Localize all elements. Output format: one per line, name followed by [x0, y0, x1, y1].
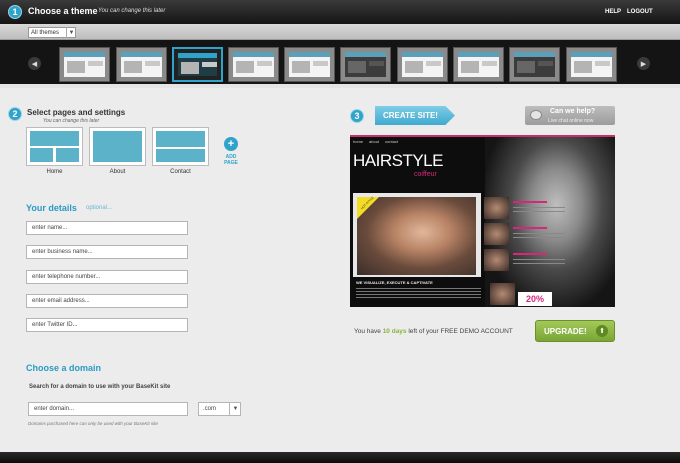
arrow-up-icon[interactable]: ⬆ — [596, 325, 608, 337]
pages-settings-hint: You can change this later — [43, 118, 100, 124]
theme-thumbnail[interactable] — [397, 47, 448, 82]
logout-link[interactable]: LOGOUT — [627, 9, 653, 15]
business-name-input[interactable]: enter business name... — [26, 245, 188, 259]
step-1-badge: 1 — [8, 5, 22, 19]
choose-theme-hint: You can change this later — [98, 8, 166, 14]
carousel-prev-icon[interactable]: ◀ — [28, 57, 41, 70]
preview-nav: home about contact — [353, 139, 404, 144]
preview-tagline: WE VISUALIZE, EXECUTE & CAPTIVATE — [356, 280, 433, 285]
preview-side-heading — [513, 227, 547, 229]
demo-days-remaining: 10 days — [382, 328, 407, 335]
bottom-bar — [0, 452, 680, 463]
preview-nav-item: contact — [385, 139, 398, 144]
telephone-input[interactable]: enter telephone number... — [26, 270, 188, 284]
theme-filter-bar — [0, 24, 680, 40]
preview-site-title: HAIRSTYLE — [353, 151, 443, 170]
theme-thumbnail[interactable] — [509, 47, 560, 82]
preview-site-subtitle: coiffeur — [414, 171, 437, 178]
theme-thumbnail[interactable] — [340, 47, 391, 82]
preview-hero-image — [485, 137, 615, 307]
add-page-label[interactable]: ADD PAGE — [218, 154, 244, 166]
domain-subtitle: Search for a domain to use with your Bas… — [29, 384, 171, 390]
details-title: Your details — [26, 203, 77, 213]
demo-suffix: left of your FREE DEMO ACCOUNT — [406, 328, 513, 335]
details-optional-label: optional... — [86, 205, 113, 211]
preview-side-thumbnail — [484, 249, 509, 271]
name-input[interactable]: enter name... — [26, 221, 188, 235]
help-link[interactable]: HELP — [605, 9, 621, 15]
chat-bubble-icon — [530, 110, 542, 120]
preview-nav-item: home — [353, 139, 364, 144]
page-layout-about[interactable] — [89, 127, 146, 166]
preview-side-text — [513, 207, 565, 208]
add-page-icon[interactable]: + — [224, 137, 238, 151]
preview-side-thumbnail — [484, 197, 509, 219]
preview-discount-badge: 20% — [518, 292, 552, 306]
preview-side-text — [513, 233, 565, 234]
choose-theme-title: Choose a theme — [28, 6, 98, 16]
step-3-badge: 3 — [350, 109, 364, 123]
demo-account-notice: You have 10 days left of your FREE DEMO … — [354, 328, 513, 335]
preview-side-thumbnail — [484, 223, 509, 245]
domain-note: Domains purchased here can only be used … — [28, 421, 158, 426]
pages-settings-title: Select pages and settings — [27, 108, 126, 117]
theme-thumbnail[interactable] — [59, 47, 110, 82]
page-layout-home[interactable] — [26, 127, 83, 166]
chevron-down-icon[interactable]: ▼ — [66, 27, 76, 38]
theme-thumbnail[interactable] — [228, 47, 279, 82]
domain-input[interactable]: enter domain... — [28, 402, 188, 416]
theme-thumbnail[interactable] — [566, 47, 617, 82]
preview-side-thumbnail — [490, 283, 515, 305]
preview-side-text — [513, 263, 565, 264]
step-2-badge: 2 — [8, 107, 22, 121]
page-label-contact: Contact — [170, 169, 191, 175]
page-layout-contact[interactable] — [152, 127, 209, 166]
theme-thumbnail-selected[interactable] — [172, 47, 223, 82]
preview-side-text — [513, 211, 565, 212]
demo-prefix: You have — [354, 328, 383, 335]
preview-nav-item: about — [369, 139, 380, 144]
live-chat-title[interactable]: Can we help? — [550, 108, 595, 115]
theme-thumbnail[interactable] — [453, 47, 504, 82]
page-label-home: Home — [46, 169, 63, 175]
page-label-about: About — [109, 169, 126, 175]
preview-body-text — [356, 288, 481, 306]
preview-side-text — [513, 259, 565, 260]
live-chat-subtitle[interactable]: Live chat online now — [548, 118, 593, 124]
carousel-next-icon[interactable]: ▶ — [637, 57, 650, 70]
preview-side-heading — [513, 201, 547, 203]
preview-side-heading — [513, 253, 547, 255]
theme-thumbnail[interactable] — [284, 47, 335, 82]
email-input[interactable]: enter email address... — [26, 294, 188, 308]
domain-title: Choose a domain — [26, 363, 102, 373]
create-site-button[interactable]: CREATE SITE! — [375, 106, 455, 125]
preview-side-text — [513, 237, 565, 238]
theme-thumbnail[interactable] — [116, 47, 167, 82]
chevron-down-icon[interactable]: ▼ — [229, 402, 241, 416]
preview-feature-image — [357, 197, 476, 275]
twitter-id-input[interactable]: enter Twitter ID... — [26, 318, 188, 332]
